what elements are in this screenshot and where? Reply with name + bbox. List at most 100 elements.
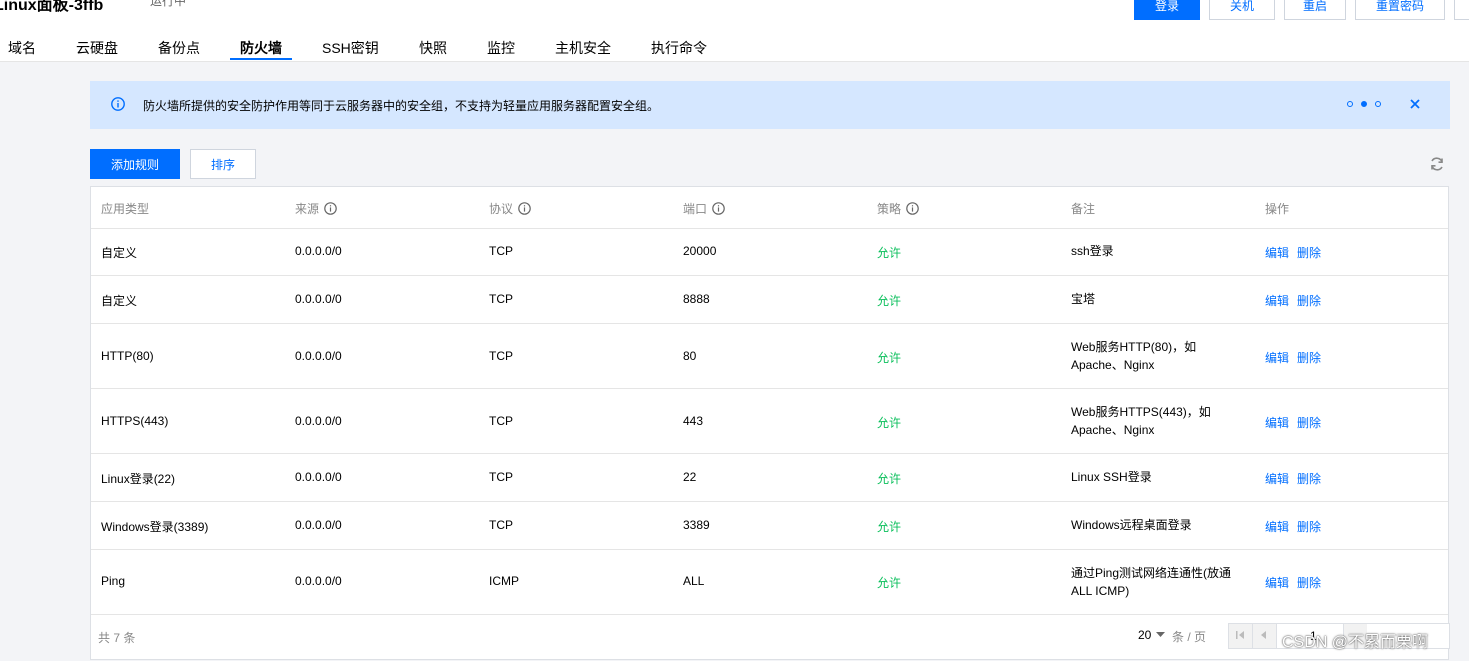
- total-count: 共 7 条: [98, 631, 136, 645]
- table-row: Windows登录(3389) 0.0.0.0/0 TCP 3389 允许 Wi…: [91, 502, 1448, 550]
- info-icon: [111, 97, 125, 111]
- edit-link[interactable]: 编辑: [1265, 518, 1289, 535]
- top-header: Linux面板-3ffb 运行中 登录 关机 重启 重置密码 域名 云硬盘 备份…: [0, 0, 1469, 62]
- cell-remark: 宝塔: [1071, 292, 1096, 306]
- page-size-select[interactable]: 20: [1138, 628, 1166, 642]
- edit-link[interactable]: 编辑: [1265, 292, 1289, 309]
- firewall-rules-table: 应用类型 来源 协议 端口 策略 备注 操作 自定义 0.0.0.0/0 TCP…: [90, 186, 1450, 661]
- instance-title: Linux面板-3ffb: [0, 0, 104, 14]
- header-port-label: 端口: [683, 202, 708, 216]
- tab-host-security[interactable]: 主机安全: [555, 38, 611, 58]
- cell-port: 80: [683, 349, 697, 363]
- header-app-type-label: 应用类型: [101, 202, 150, 216]
- tab-snapshot[interactable]: 快照: [419, 38, 447, 58]
- header-protocol: 协议: [489, 200, 531, 217]
- header-source-label: 来源: [295, 202, 320, 216]
- delete-link[interactable]: 删除: [1297, 470, 1321, 487]
- cell-protocol: TCP: [489, 518, 513, 532]
- cell-remark: 通过Ping测试网络连通性(放通 ALL ICMP): [1071, 566, 1232, 598]
- restart-button[interactable]: 重启: [1284, 0, 1346, 20]
- cell-app-type: HTTP(80): [101, 349, 154, 363]
- header-protocol-label: 协议: [489, 202, 514, 216]
- cell-remark: Web服务HTTPS(443)，如 Apache、Nginx: [1071, 405, 1211, 437]
- notice-dot[interactable]: [1375, 101, 1381, 107]
- active-tab-indicator: [230, 58, 292, 60]
- tab-run-command[interactable]: 执行命令: [651, 38, 707, 58]
- notice-dot[interactable]: [1347, 101, 1353, 107]
- per-page-label: 条 / 页: [1172, 630, 1207, 644]
- edit-link[interactable]: 编辑: [1265, 470, 1289, 487]
- cell-port: 443: [683, 414, 704, 428]
- cell-protocol: TCP: [489, 414, 513, 428]
- table-row: HTTP(80) 0.0.0.0/0 TCP 80 允许 Web服务HTTP(8…: [91, 324, 1448, 389]
- header-app-type: 应用类型: [101, 200, 149, 217]
- tab-ssh-key[interactable]: SSH密钥: [322, 38, 379, 58]
- tab-backup[interactable]: 备份点: [158, 38, 200, 58]
- delete-link[interactable]: 删除: [1297, 349, 1321, 366]
- table-footer: 共 7 条 20 条 / 页 1: [91, 615, 1450, 661]
- table-row: HTTPS(443) 0.0.0.0/0 TCP 443 允许 Web服务HTT…: [91, 389, 1448, 454]
- delete-link[interactable]: 删除: [1297, 414, 1321, 431]
- refresh-icon[interactable]: [1429, 156, 1445, 172]
- cell-policy: 允许: [877, 472, 902, 486]
- cell-source: 0.0.0.0/0: [295, 292, 342, 306]
- prev-page-button[interactable]: [1253, 624, 1277, 648]
- cell-remark: ssh登录: [1071, 244, 1114, 258]
- table-header: 应用类型 来源 协议 端口 策略 备注 操作: [91, 187, 1448, 229]
- header-policy: 策略: [877, 200, 919, 217]
- sort-button[interactable]: 排序: [190, 149, 256, 179]
- cell-app-type: 自定义: [101, 246, 138, 260]
- tab-firewall[interactable]: 防火墙: [240, 38, 282, 58]
- header-remark: 备注: [1071, 200, 1095, 217]
- first-page-button[interactable]: [1229, 624, 1253, 648]
- cell-source: 0.0.0.0/0: [295, 574, 342, 588]
- cell-port: ALL: [683, 574, 705, 588]
- info-icon[interactable]: [906, 202, 919, 215]
- header-operation-label: 操作: [1265, 202, 1290, 216]
- page-size-value: 20: [1138, 628, 1152, 642]
- header-port: 端口: [683, 200, 725, 217]
- table-row: Ping 0.0.0.0/0 ICMP ALL 允许 通过Ping测试网络连通性…: [91, 550, 1448, 615]
- table-row: Linux登录(22) 0.0.0.0/0 TCP 22 允许 Linux SS…: [91, 454, 1448, 502]
- header-policy-label: 策略: [877, 202, 902, 216]
- info-icon[interactable]: [324, 202, 337, 215]
- table-row: 自定义 0.0.0.0/0 TCP 20000 允许 ssh登录 编辑 删除: [91, 228, 1448, 276]
- cell-policy: 允许: [877, 294, 902, 308]
- table-row: 自定义 0.0.0.0/0 TCP 8888 允许 宝塔 编辑 删除: [91, 276, 1448, 324]
- tab-cloud-disk[interactable]: 云硬盘: [76, 38, 118, 58]
- cell-app-type: 自定义: [101, 294, 138, 308]
- reset-password-button[interactable]: 重置密码: [1355, 0, 1445, 20]
- notice-text: 防火墙所提供的安全防护作用等同于云服务器中的安全组，不支持为轻量应用服务器配置安…: [143, 99, 660, 113]
- first-page-icon: [1236, 631, 1244, 639]
- cell-app-type: Ping: [101, 574, 126, 588]
- cell-app-type: Linux登录(22): [101, 472, 176, 486]
- add-rule-button[interactable]: 添加规则: [90, 149, 180, 179]
- info-icon[interactable]: [712, 202, 725, 215]
- cell-policy: 允许: [877, 576, 902, 590]
- delete-link[interactable]: 删除: [1297, 574, 1321, 591]
- edit-link[interactable]: 编辑: [1265, 244, 1289, 261]
- notice-pager: [1347, 101, 1381, 107]
- edit-link[interactable]: 编辑: [1265, 574, 1289, 591]
- delete-link[interactable]: 删除: [1297, 244, 1321, 261]
- close-icon[interactable]: [1408, 97, 1422, 111]
- more-button[interactable]: [1454, 0, 1469, 20]
- cell-policy: 允许: [877, 351, 902, 365]
- delete-link[interactable]: 删除: [1297, 518, 1321, 535]
- tab-monitor[interactable]: 监控: [487, 38, 515, 58]
- edit-link[interactable]: 编辑: [1265, 414, 1289, 431]
- edit-link[interactable]: 编辑: [1265, 349, 1289, 366]
- cell-app-type: Windows登录(3389): [101, 520, 209, 534]
- cell-protocol: TCP: [489, 292, 513, 306]
- notice-banner: 防火墙所提供的安全防护作用等同于云服务器中的安全组，不支持为轻量应用服务器配置安…: [90, 81, 1450, 129]
- shutdown-button[interactable]: 关机: [1209, 0, 1275, 20]
- notice-dot-active[interactable]: [1361, 101, 1367, 107]
- info-icon[interactable]: [518, 202, 531, 215]
- tab-domain[interactable]: 域名: [8, 38, 36, 58]
- delete-link[interactable]: 删除: [1297, 292, 1321, 309]
- cell-policy: 允许: [877, 416, 902, 430]
- cell-protocol: TCP: [489, 470, 513, 484]
- cell-policy: 允许: [877, 520, 902, 534]
- login-button[interactable]: 登录: [1134, 0, 1200, 20]
- cell-protocol: ICMP: [489, 574, 519, 588]
